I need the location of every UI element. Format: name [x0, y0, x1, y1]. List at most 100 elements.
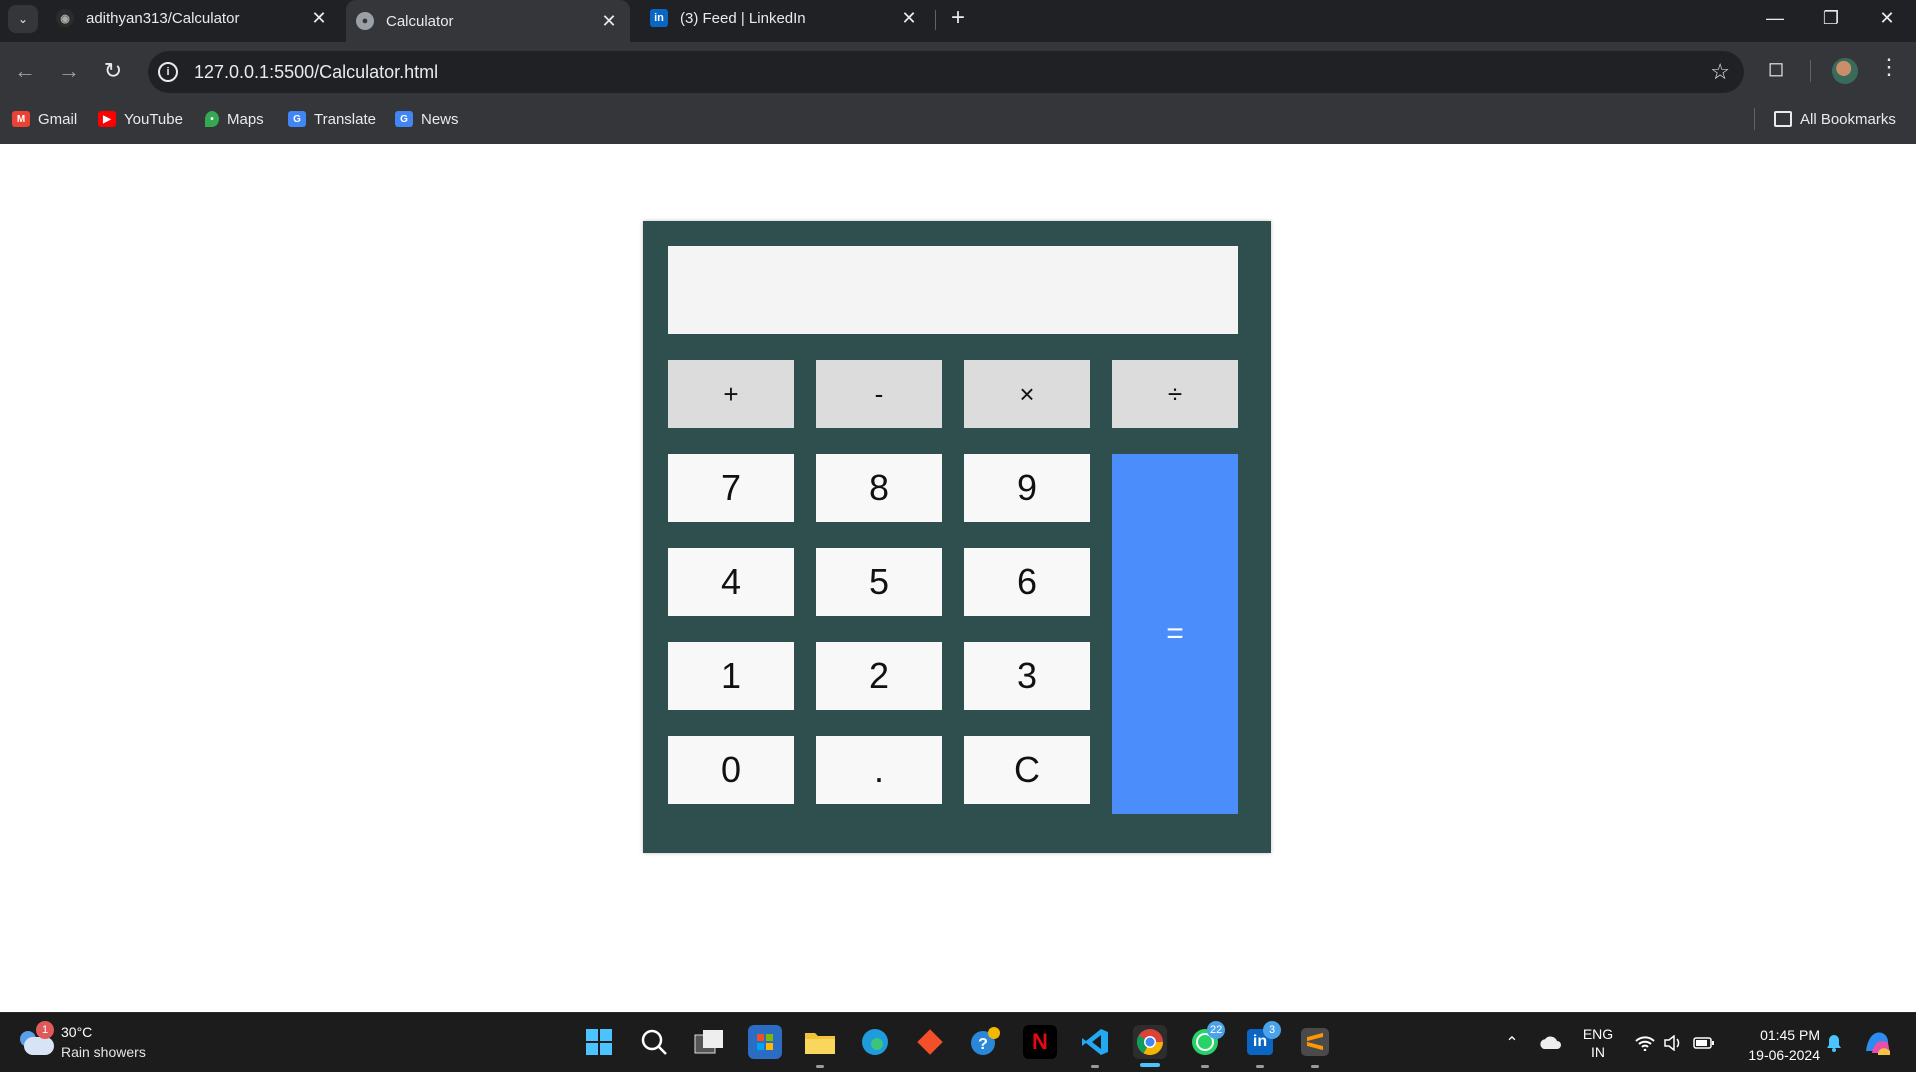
netflix-icon[interactable]: N [1023, 1025, 1057, 1059]
tab-divider [935, 10, 936, 30]
clock-time: 01:45 PM [1760, 1027, 1820, 1043]
clock-date: 19-06-2024 [1748, 1047, 1820, 1063]
task-view-icon[interactable] [692, 1025, 726, 1059]
weather-badge: 1 [36, 1021, 54, 1039]
sublime-text-icon[interactable] [1298, 1025, 1332, 1059]
reload-button[interactable]: ↻ [98, 56, 128, 86]
volume-icon[interactable] [1662, 1013, 1684, 1073]
tab-linkedin-feed[interactable]: in (3) Feed | LinkedIn ✕ [650, 0, 920, 36]
tab-title: adithyan313/Calculator [86, 9, 240, 27]
minimize-button[interactable]: — [1746, 0, 1804, 36]
minimize-icon: — [1766, 7, 1784, 28]
chevron-up-icon[interactable]: ⌃ [1500, 1013, 1524, 1073]
tab-strip: ⌄ ◉ adithyan313/Calculator ✕ ● Calculato… [0, 0, 1916, 42]
git-icon[interactable] [913, 1025, 947, 1059]
bookmark-news[interactable]: G News [395, 102, 459, 136]
window-close-button[interactable]: ✕ [1858, 0, 1916, 36]
all-bookmarks-button[interactable]: All Bookmarks [1774, 102, 1896, 136]
running-indicator [1256, 1065, 1264, 1068]
bookmark-translate[interactable]: G Translate [288, 102, 376, 136]
close-icon[interactable]: ✕ [308, 8, 330, 29]
taskbar: 1 30°C Rain showers ? N 22 in 3 ⌃ ENG IN… [0, 1012, 1916, 1072]
vscode-icon[interactable] [1078, 1025, 1112, 1059]
language-code: ENG [1582, 1026, 1614, 1042]
bookmark-label: Translate [314, 110, 376, 128]
new-tab-button[interactable]: + [944, 4, 972, 32]
close-icon[interactable]: ✕ [598, 11, 620, 32]
battery-icon[interactable] [1692, 1013, 1716, 1073]
folder-icon [1774, 111, 1792, 127]
extensions-icon[interactable]: ◻ [1762, 56, 1790, 84]
tab-calculator[interactable]: ● Calculator ✕ [346, 0, 630, 42]
digit-7-button[interactable]: 7 [668, 454, 794, 522]
folder-icon[interactable] [803, 1025, 837, 1059]
bookmark-youtube[interactable]: ▶ YouTube [98, 102, 183, 136]
weather-description[interactable]: Rain showers [61, 1044, 146, 1060]
plus-button[interactable]: + [668, 360, 794, 428]
windows-start-icon[interactable] [582, 1025, 616, 1059]
tab-title: Calculator [386, 12, 454, 30]
github-icon: ◉ [56, 9, 74, 27]
wifi-icon[interactable] [1634, 1013, 1656, 1073]
digit-9-button[interactable]: 9 [964, 454, 1090, 522]
tab-title: (3) Feed | LinkedIn [680, 9, 806, 27]
restore-button[interactable]: ❐ [1802, 0, 1860, 36]
weather-temperature[interactable]: 30°C [61, 1024, 92, 1040]
bookmark-maps[interactable]: • Maps [205, 102, 264, 136]
more-menu-icon[interactable]: ⋮ [1876, 54, 1902, 84]
minus-button[interactable]: - [816, 360, 942, 428]
multiply-button[interactable]: × [964, 360, 1090, 428]
notification-bell-icon[interactable] [1822, 1013, 1846, 1073]
clear-button[interactable]: C [964, 736, 1090, 804]
star-icon[interactable]: ☆ [1710, 59, 1730, 85]
copilot-icon[interactable] [1858, 1013, 1898, 1073]
bookmarks-divider [1754, 108, 1755, 130]
digit-5-button[interactable]: 5 [816, 548, 942, 616]
arrow-left-icon: ← [14, 58, 36, 83]
microsoft-store-icon[interactable] [748, 1025, 782, 1059]
divide-button[interactable]: ÷ [1112, 360, 1238, 428]
site-info-icon[interactable]: i [158, 62, 178, 82]
bookmarks-bar: M Gmail ▶ YouTube • Maps G Translate G N… [0, 102, 1916, 144]
address-url[interactable]: 127.0.0.1:5500/Calculator.html [194, 62, 438, 83]
equals-button[interactable]: = [1112, 454, 1238, 814]
digit-2-button[interactable]: 2 [816, 642, 942, 710]
running-indicator [1091, 1065, 1099, 1068]
onedrive-icon[interactable] [1536, 1013, 1564, 1073]
digit-3-button[interactable]: 3 [964, 642, 1090, 710]
close-icon[interactable]: ✕ [898, 8, 920, 29]
running-indicator [1201, 1065, 1209, 1068]
youtube-icon: ▶ [98, 111, 116, 127]
tab-github-calculator[interactable]: ◉ adithyan313/Calculator ✕ [56, 0, 330, 36]
running-indicator [816, 1065, 824, 1068]
decimal-button[interactable]: . [816, 736, 942, 804]
digit-1-button[interactable]: 1 [668, 642, 794, 710]
whatsapp-badge: 22 [1207, 1021, 1226, 1039]
bookmark-gmail[interactable]: M Gmail [12, 102, 77, 136]
calculator-display[interactable] [668, 246, 1238, 334]
system-clock[interactable]: 01:45 PM 19-06-2024 [1722, 1025, 1820, 1065]
tab-search-button[interactable]: ⌄ [8, 5, 38, 33]
svg-text:?: ? [978, 1036, 988, 1053]
region-code: IN [1591, 1044, 1605, 1060]
digit-6-button[interactable]: 6 [964, 548, 1090, 616]
search-icon[interactable] [637, 1025, 671, 1059]
help-icon[interactable]: ? [968, 1025, 1002, 1059]
avatar[interactable] [1832, 58, 1858, 84]
bookmark-label: Maps [227, 110, 264, 128]
translate-icon: G [288, 111, 306, 127]
chrome-icon[interactable] [1133, 1025, 1167, 1059]
forward-button[interactable]: → [54, 56, 84, 86]
back-button[interactable]: ← [10, 56, 40, 86]
input-language[interactable]: ENG IN [1576, 1025, 1620, 1061]
digit-4-button[interactable]: 4 [668, 548, 794, 616]
toolbar-divider [1810, 60, 1811, 82]
digit-8-button[interactable]: 8 [816, 454, 942, 522]
linkedin-badge: 3 [1263, 1021, 1281, 1039]
edge-icon[interactable] [858, 1025, 892, 1059]
weather-cloud-shape [24, 1037, 54, 1055]
page-content: + - × ÷ 7 8 9 4 5 6 1 2 3 0 . C = [0, 144, 1916, 1012]
address-bar[interactable]: i 127.0.0.1:5500/Calculator.html ☆ [148, 51, 1744, 93]
bookmark-label: News [421, 110, 459, 128]
digit-0-button[interactable]: 0 [668, 736, 794, 804]
